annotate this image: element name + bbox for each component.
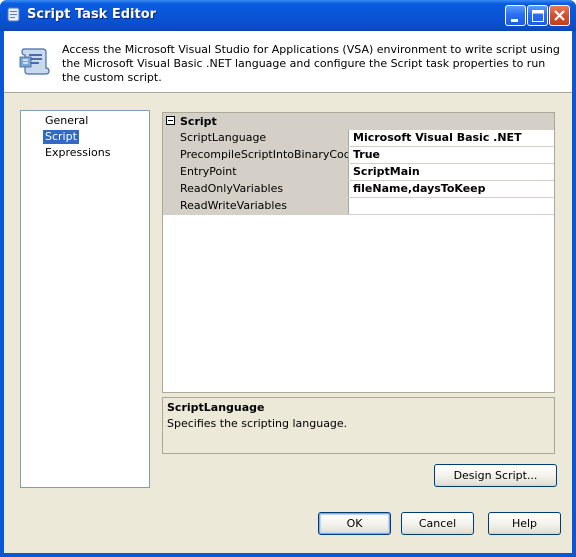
property-name: PrecompileScriptIntoBinaryCode: [176, 147, 349, 163]
nav-item-general[interactable]: General: [43, 114, 90, 128]
property-value[interactable]: Microsoft Visual Basic .NET: [350, 130, 554, 146]
design-script-button[interactable]: Design Script...: [434, 464, 557, 487]
nav-item-expressions[interactable]: Expressions: [43, 146, 112, 160]
script-task-icon: [6, 7, 22, 23]
property-row-readwritevariables[interactable]: ReadWriteVariables: [176, 198, 554, 215]
property-row-readonlyvariables[interactable]: ReadOnlyVariables fileName,daysToKeep: [176, 181, 554, 198]
category-label: Script: [180, 115, 217, 128]
minimize-button[interactable]: [505, 5, 526, 26]
page-navigation-list[interactable]: General Script Expressions: [20, 110, 150, 488]
help-button[interactable]: Help: [488, 512, 561, 535]
script-task-editor-window: Script Task Editor Access the Microsoft …: [0, 0, 576, 557]
nav-item-script[interactable]: Script: [43, 130, 79, 144]
script-scroll-icon: [18, 43, 52, 77]
property-row-precompile[interactable]: PrecompileScriptIntoBinaryCode True: [176, 147, 554, 164]
property-name: ScriptLanguage: [176, 130, 349, 146]
maximize-button[interactable]: [527, 5, 548, 26]
maximize-icon: [532, 10, 544, 22]
close-icon: [554, 10, 565, 21]
collapse-minus-icon[interactable]: [166, 116, 175, 125]
property-row-scriptlanguage[interactable]: ScriptLanguage Microsoft Visual Basic .N…: [176, 130, 554, 147]
property-name: ReadOnlyVariables: [176, 181, 349, 197]
property-margin: [163, 130, 176, 215]
category-row-script[interactable]: Script: [163, 113, 554, 130]
dialog-client-area: Access the Microsoft Visual Studio for A…: [4, 31, 572, 553]
ok-button[interactable]: OK: [318, 512, 391, 535]
property-grid[interactable]: Script ScriptLanguage Microsoft Visual B…: [162, 112, 555, 393]
property-row-entrypoint[interactable]: EntryPoint ScriptMain: [176, 164, 554, 181]
property-value[interactable]: [350, 198, 554, 214]
property-description-panel: ScriptLanguage Specifies the scripting l…: [162, 397, 555, 454]
property-value[interactable]: ScriptMain: [350, 164, 554, 180]
window-title: Script Task Editor: [27, 7, 157, 22]
minimize-icon: [511, 19, 518, 22]
description-text: Specifies the scripting language.: [167, 417, 348, 430]
property-name: EntryPoint: [176, 164, 349, 180]
property-value[interactable]: fileName,daysToKeep: [350, 181, 554, 197]
header-description: Access the Microsoft Visual Studio for A…: [62, 43, 560, 84]
description-title: ScriptLanguage: [167, 401, 265, 414]
property-value[interactable]: True: [350, 147, 554, 163]
cancel-button[interactable]: Cancel: [401, 512, 474, 535]
close-button[interactable]: [549, 5, 570, 26]
property-name: ReadWriteVariables: [176, 198, 349, 214]
dialog-header: Access the Microsoft Visual Studio for A…: [4, 31, 572, 93]
title-bar[interactable]: Script Task Editor: [0, 0, 576, 31]
